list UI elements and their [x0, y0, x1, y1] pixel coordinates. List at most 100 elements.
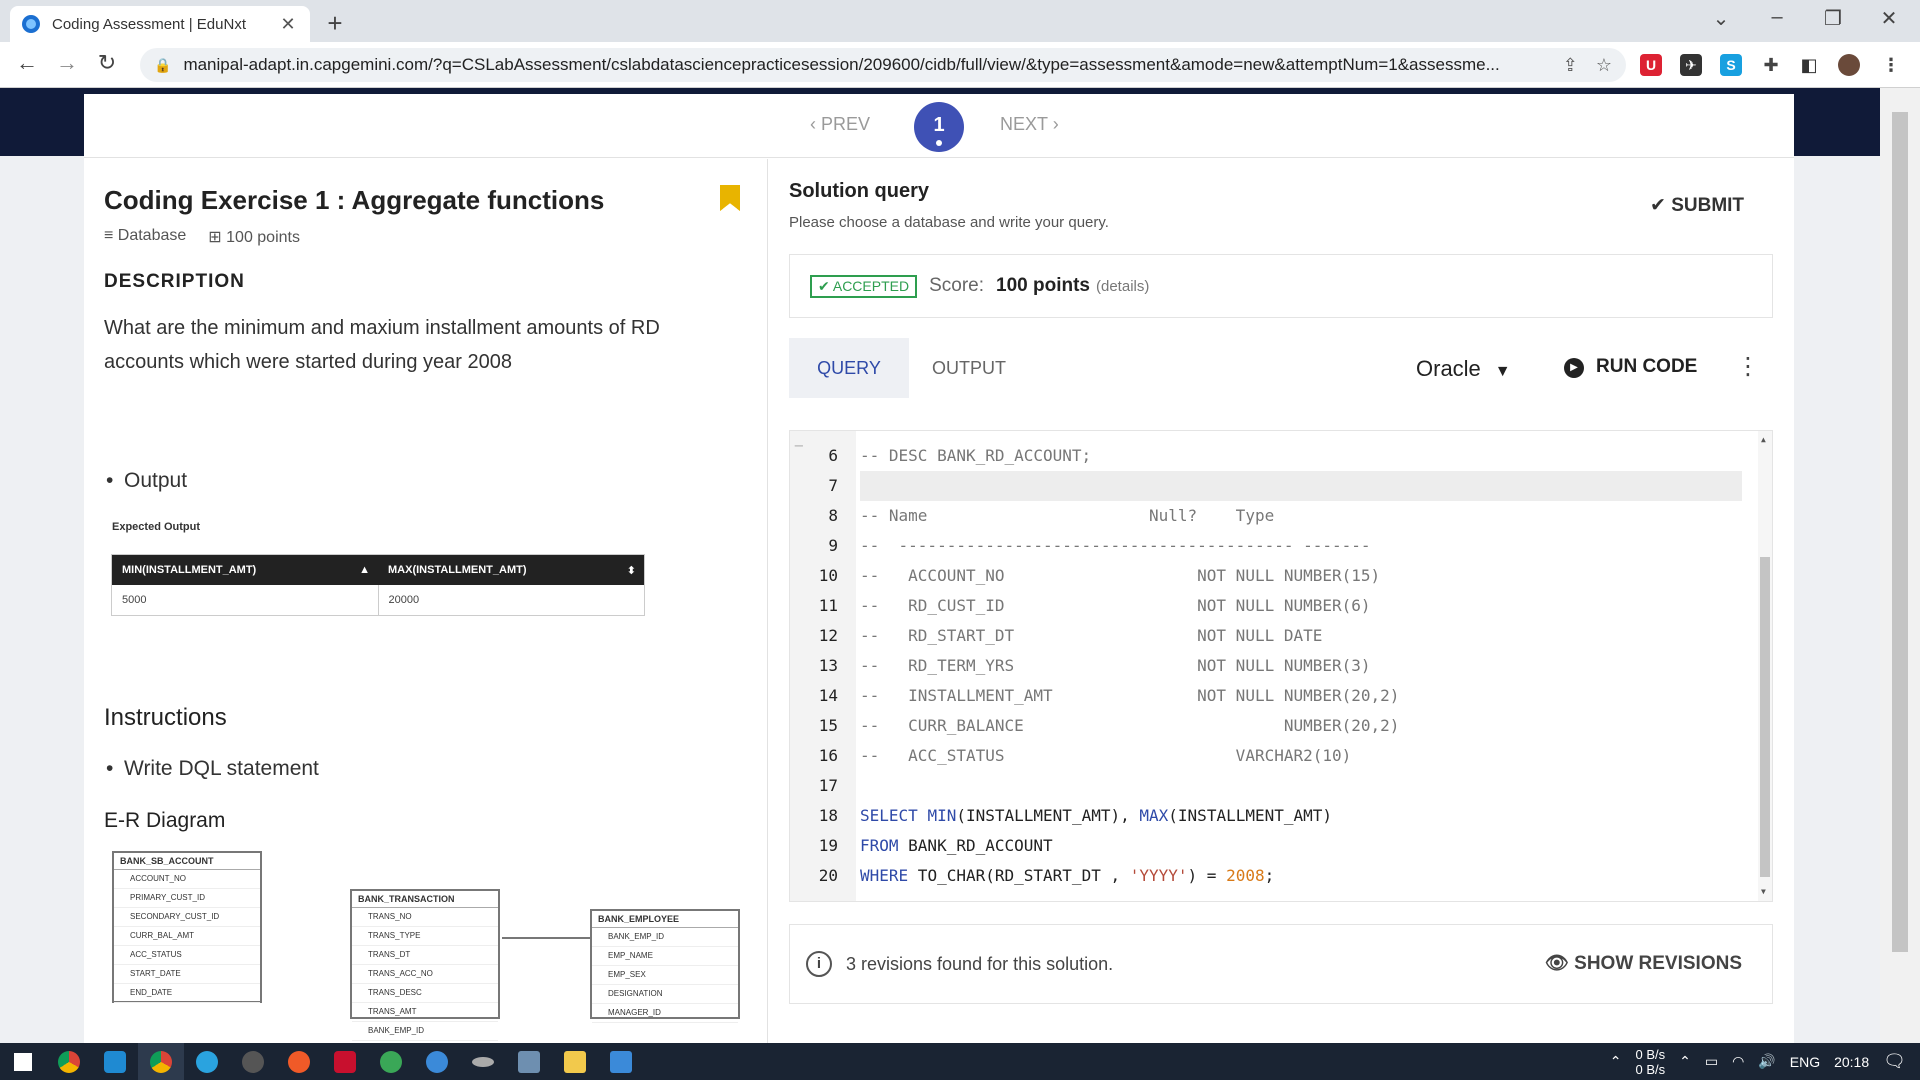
question-number-badge[interactable]: 1 [914, 102, 964, 152]
new-tab-icon[interactable]: + [320, 8, 350, 39]
editor-scrollbar[interactable]: ▲ ▼ [1758, 431, 1772, 901]
extension-bird-icon[interactable]: ✈ [1680, 54, 1702, 76]
taskbar-vscode[interactable] [92, 1043, 138, 1080]
taskbar-app[interactable] [598, 1043, 644, 1080]
browser-tab[interactable]: Coding Assessment | EduNxt ✕ [10, 6, 310, 42]
code-editor[interactable]: 6 7 8 9 10 11 12 13 14 15 16 17 18 19 20 − -- DESC BAN… [789, 430, 1773, 902]
volume-icon[interactable]: 🔊 [1758, 1053, 1775, 1070]
tab-output[interactable]: OUTPUT [909, 338, 1029, 398]
tab-search-icon[interactable]: ⌄ [1706, 6, 1736, 31]
language-select[interactable]: Oracle ▼ [1416, 356, 1511, 382]
minimize-icon[interactable]: – [1762, 6, 1792, 29]
entity-field: TRANS_TYPE [352, 927, 498, 946]
start-button[interactable] [0, 1043, 46, 1080]
code-line[interactable]: WHERE TO_CHAR(RD_START_DT , 'YYYY') = 20… [860, 861, 1274, 891]
taskbar-chrome-active[interactable] [138, 1043, 184, 1080]
back-icon[interactable]: ← [12, 50, 42, 76]
editor-scroll-thumb[interactable] [1760, 557, 1770, 877]
lock-icon[interactable]: 🔒 [154, 57, 171, 74]
page-scrollbar[interactable] [1880, 88, 1920, 1043]
code-line[interactable]: -- ACCOUNT_NO NOT NULL NUMBER(15) [860, 561, 1380, 591]
prev-button[interactable]: ‹ PREV [810, 114, 870, 135]
bookmark-star-icon[interactable]: ☆ [1596, 55, 1612, 76]
notifications-icon[interactable]: 🗨 [1883, 1051, 1906, 1072]
profile-avatar[interactable] [1838, 54, 1860, 76]
score-details-link[interactable]: (details) [1096, 278, 1149, 295]
line-number: 14 [818, 686, 838, 705]
taskbar-app[interactable] [414, 1043, 460, 1080]
show-revisions-button[interactable]: 👁 SHOW REVISIONS [1545, 951, 1742, 975]
clock[interactable]: 20:18 [1834, 1054, 1869, 1070]
sort-icon: ⬍ [626, 565, 636, 577]
url-text[interactable]: manipal-adapt.in.capgemini.com/?q=CSLabA… [183, 55, 1544, 75]
entity-field: ACCOUNT_NO [114, 870, 260, 889]
code-line[interactable]: -- DESC BANK_RD_ACCOUNT; [860, 441, 1091, 471]
wifi-icon[interactable]: ◠ [1732, 1053, 1744, 1070]
battery-icon[interactable]: ▭ [1705, 1053, 1718, 1070]
code-line[interactable]: -- RD_START_DT NOT NULL DATE [860, 621, 1322, 651]
pill-icon [472, 1056, 494, 1067]
code-line[interactable]: -- INSTALLMENT_AMT NOT NULL NUMBER(20,2) [860, 681, 1399, 711]
bookmark-icon[interactable] [720, 185, 740, 211]
next-button[interactable]: NEXT › [1000, 114, 1059, 135]
forward-icon[interactable]: → [52, 50, 82, 76]
editor-tabs: QUERY OUTPUT [789, 338, 1029, 398]
solution-title: Solution query [789, 180, 929, 202]
column-header-max[interactable]: MAX(INSTALLMENT_AMT) ⬍ [378, 564, 644, 577]
code-line[interactable]: -- CURR_BALANCE NUMBER(20,2) [860, 711, 1399, 741]
code-line[interactable]: SELECT MIN(INSTALLMENT_AMT), MAX(INSTALL… [860, 801, 1332, 831]
chrome-icon [58, 1050, 80, 1073]
tray-expand-icon[interactable]: ⌃ [1610, 1053, 1622, 1070]
browser-menu-icon[interactable]: ⋮ [1880, 54, 1902, 76]
taskbar-app[interactable] [322, 1043, 368, 1080]
taskbar-explorer[interactable] [552, 1043, 598, 1080]
column-header-min[interactable]: MIN(INSTALLMENT_AMT) ▲ [112, 564, 378, 576]
page-scroll-thumb[interactable] [1892, 112, 1908, 952]
output-bullet: Output [106, 469, 187, 493]
extension-s-icon[interactable]: S [1720, 54, 1742, 76]
taskbar-app[interactable] [506, 1043, 552, 1080]
windows-taskbar: ⌃ 0 B/s 0 B/s ⌃ ▭ ◠ 🔊 ENG 20:18 🗨 [0, 1043, 1920, 1080]
line-number: 20 [818, 866, 838, 885]
network-speed: 0 B/s 0 B/s [1636, 1047, 1666, 1077]
code-line[interactable]: -- Name Null? Type [860, 501, 1274, 531]
taskbar-app[interactable] [230, 1043, 276, 1080]
instructions-heading: Instructions [104, 704, 227, 731]
next-label: NEXT [1000, 114, 1048, 134]
code-line[interactable]: -- -------------------------------------… [860, 531, 1371, 561]
code-line[interactable]: -- RD_TERM_YRS NOT NULL NUMBER(3) [860, 651, 1371, 681]
taskbar-app[interactable] [276, 1043, 322, 1080]
taskbar-chrome[interactable] [46, 1043, 92, 1080]
code-line[interactable] [860, 471, 1742, 501]
taskbar-app[interactable] [460, 1043, 506, 1080]
run-code-button[interactable]: ▶ RUN CODE [1564, 356, 1697, 378]
line-number: 10 [818, 566, 838, 585]
close-tab-icon[interactable]: ✕ [278, 14, 298, 35]
extensions-puzzle-icon[interactable]: ✚ [1760, 54, 1782, 76]
side-panel-icon[interactable]: ◧ [1798, 54, 1820, 76]
extension-shield-icon[interactable]: U [1640, 54, 1662, 76]
address-bar[interactable]: 🔒 manipal-adapt.in.capgemini.com/?q=CSLa… [140, 48, 1626, 82]
restore-icon[interactable]: ❐ [1818, 6, 1848, 31]
language-indicator[interactable]: ENG [1790, 1054, 1820, 1070]
code-line[interactable]: -- RD_CUST_ID NOT NULL NUMBER(6) [860, 591, 1371, 621]
taskbar-app[interactable] [368, 1043, 414, 1080]
scroll-down-icon[interactable]: ▼ [1761, 887, 1766, 896]
scroll-up-icon[interactable]: ▲ [1761, 435, 1766, 444]
taskbar-telegram[interactable] [184, 1043, 230, 1080]
line-gutter: 6 7 8 9 10 11 12 13 14 15 16 17 18 19 20 [790, 431, 856, 901]
close-window-icon[interactable]: ✕ [1874, 6, 1904, 31]
code-line[interactable]: FROM BANK_RD_ACCOUNT [860, 831, 1053, 861]
submit-button[interactable]: ✔ SUBMIT [1650, 194, 1744, 217]
share-icon[interactable]: ⇪ [1563, 55, 1578, 76]
reload-icon[interactable]: ↻ [92, 50, 122, 76]
show-hidden-icon[interactable]: ⌃ [1679, 1053, 1691, 1070]
more-options-icon[interactable]: ⋮ [1736, 352, 1760, 381]
edunxt-favicon-icon [22, 15, 40, 33]
table-cell: 5000 [112, 585, 379, 615]
code-line[interactable]: -- ACC_STATUS VARCHAR2(10) [860, 741, 1351, 771]
play-circle-icon: ▶ [1564, 358, 1584, 378]
eye-icon: 👁 [1544, 953, 1575, 974]
tab-query[interactable]: QUERY [789, 338, 909, 398]
line-number: 17 [818, 776, 838, 795]
